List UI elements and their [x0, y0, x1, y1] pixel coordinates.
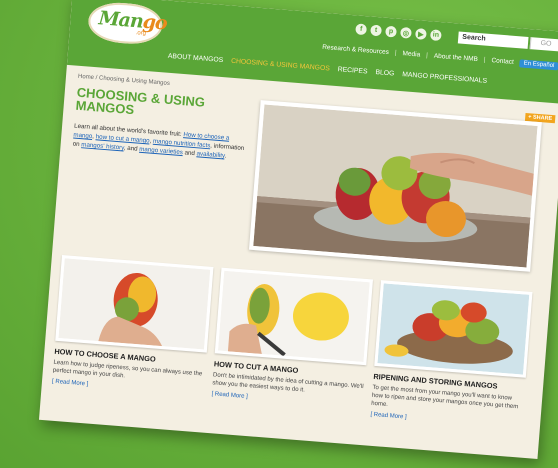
- search-go-button[interactable]: GO: [529, 37, 558, 52]
- facebook-icon[interactable]: f: [355, 23, 368, 36]
- card-image: [55, 255, 214, 353]
- website-page: Mango .org f t p ◎ ▶ in Search GO Resear…: [38, 0, 558, 459]
- logo-text-part: Man: [97, 7, 144, 33]
- search-input[interactable]: Search: [457, 31, 529, 49]
- mango-bowl-photo: [253, 104, 538, 268]
- intro-text-part: .: [224, 152, 227, 160]
- nav-separator: |: [483, 56, 486, 64]
- nav-mango-professionals[interactable]: MANGO PROFESSIONALS: [402, 71, 487, 85]
- intro-text: Learn all about the world's favorite fru…: [72, 122, 246, 162]
- pinterest-icon[interactable]: p: [385, 25, 397, 38]
- card-image: [214, 267, 374, 366]
- nav-separator: |: [394, 49, 397, 57]
- nav-choosing-using[interactable]: CHOOSING & USING MANGOS: [231, 58, 330, 73]
- youtube-icon[interactable]: ▶: [415, 28, 427, 40]
- topnav-contact[interactable]: Contact: [491, 57, 514, 67]
- logo-text: Mango: [98, 7, 168, 34]
- twitter-icon[interactable]: t: [370, 24, 382, 37]
- nav-blog[interactable]: BLOG: [375, 69, 394, 77]
- link-availability[interactable]: availability: [196, 150, 225, 159]
- logo-text-part: o: [154, 11, 168, 35]
- topnav-media[interactable]: Media: [402, 50, 420, 59]
- link-mango-history[interactable]: mangos' history: [81, 141, 124, 151]
- nav-recipes[interactable]: RECIPES: [337, 66, 367, 75]
- cutting-mango-photo: [217, 270, 370, 363]
- topnav-about-nmb[interactable]: About the NMB: [433, 53, 478, 64]
- topnav-research[interactable]: Research & Resources: [322, 44, 389, 57]
- intro-text-part: and: [182, 149, 197, 158]
- nav-about-mangos[interactable]: ABOUT MANGOS: [168, 53, 224, 64]
- page-title: CHOOSING & USING MANGOS: [75, 84, 206, 118]
- mango-logo[interactable]: Mango .org: [86, 0, 167, 47]
- card-cut-mango: HOW TO CUT A MANGO Don't be intimidated …: [210, 267, 374, 429]
- spanish-language-button[interactable]: En Español: [519, 59, 558, 71]
- intro-text-part: , and: [123, 144, 140, 153]
- link-mango-varieties[interactable]: mango varieties: [139, 146, 183, 156]
- instagram-icon[interactable]: ◎: [400, 26, 412, 39]
- hand-holding-mango-photo: [58, 258, 211, 350]
- nav-separator: |: [425, 51, 429, 60]
- mango-bowl-photo: [377, 283, 530, 375]
- logo-sub: .org: [135, 30, 147, 37]
- hero-image: [248, 100, 542, 272]
- card-choose-mango: HOW TO CHOOSE A MANGO Learn how to judge…: [50, 255, 214, 416]
- card-image: [374, 280, 533, 378]
- social-icons: f t p ◎ ▶ in: [355, 23, 442, 42]
- linkedin-icon[interactable]: in: [429, 29, 442, 42]
- card-ripening-storing: RIPENING AND STORING MANGOS To get the m…: [369, 280, 533, 441]
